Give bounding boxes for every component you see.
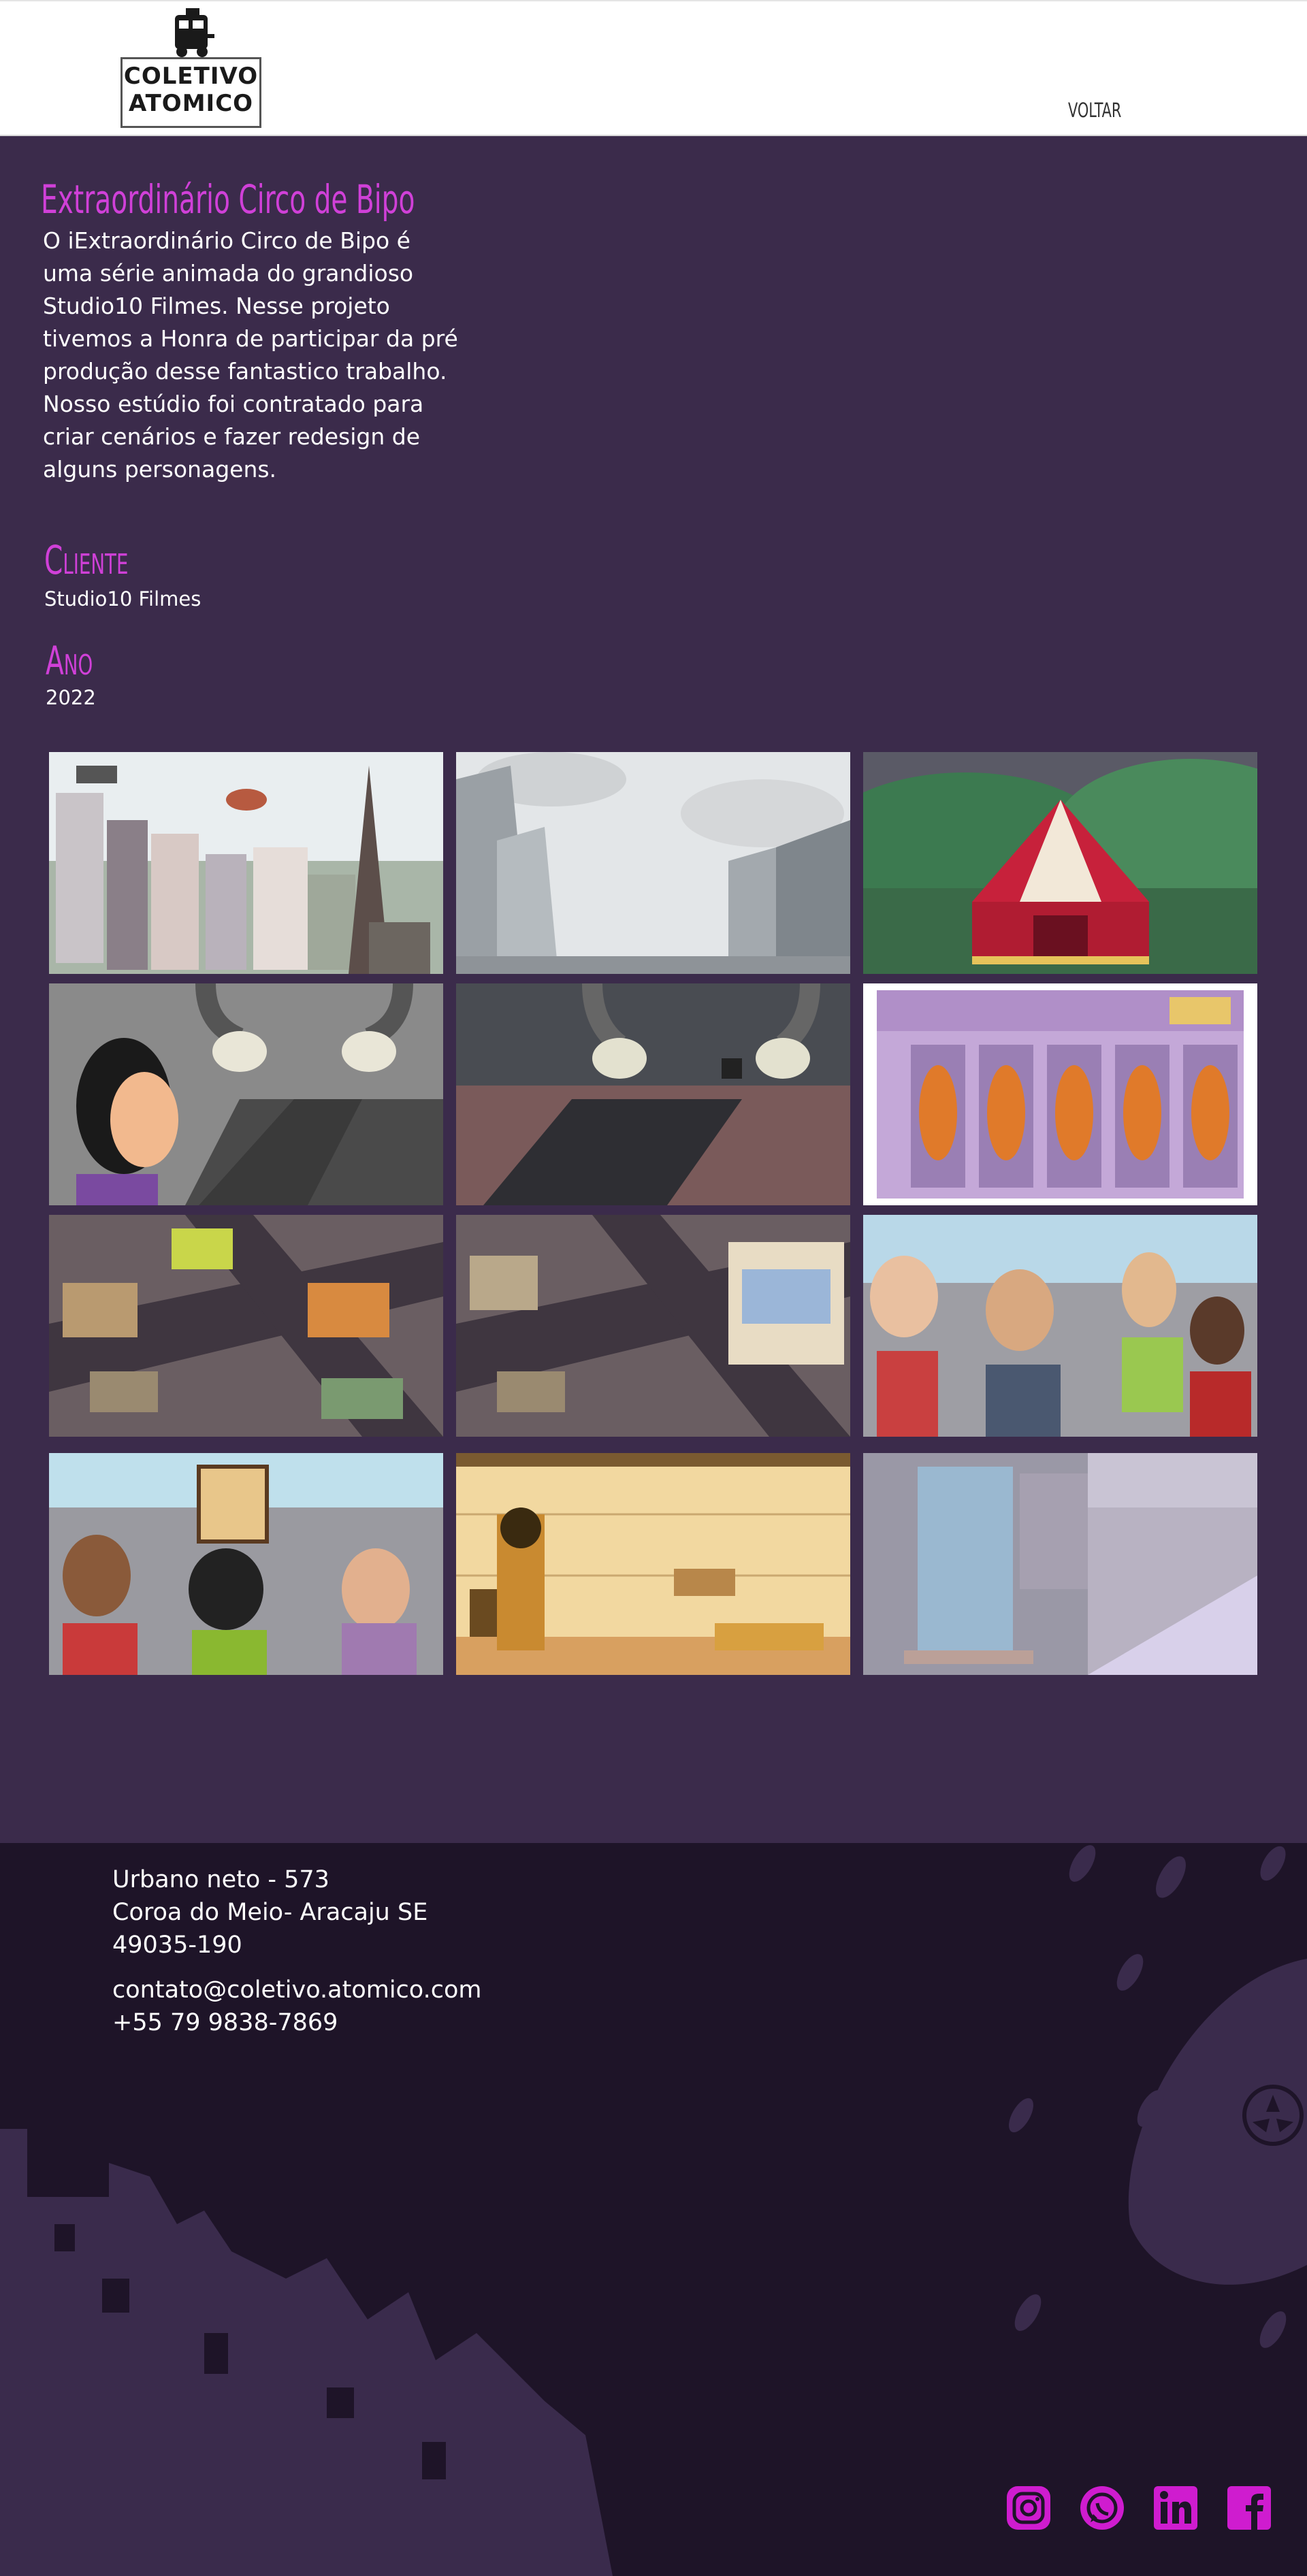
gallery-image-robot-arms-conveyor[interactable] — [456, 983, 850, 1205]
gallery-image-city-antenna[interactable] — [49, 752, 443, 974]
gallery-image-egyptian-tomb[interactable] — [456, 1453, 850, 1675]
project-title: Extraordinário Circo de Bipo — [41, 176, 415, 223]
gallery-image-protest-crowd[interactable] — [49, 1453, 443, 1675]
gallery-image-cheering-crowd[interactable] — [863, 1215, 1257, 1437]
year-value: 2022 — [46, 686, 96, 709]
site-header: COLETIVO ATOMICO VOLTAR — [0, 0, 1307, 136]
linkedin-icon[interactable] — [1152, 2484, 1199, 2532]
facebook-icon[interactable] — [1225, 2484, 1273, 2532]
gallery-image-circus-tent[interactable] — [863, 752, 1257, 974]
address-block: Urbano neto - 573 Coroa do Meio- Aracaju… — [112, 1863, 427, 1961]
gallery-image-building-entrance[interactable] — [863, 1453, 1257, 1675]
year-label: Ano — [46, 638, 93, 684]
image-gallery — [49, 752, 1261, 1678]
description-paragraph: Nosso estúdio foi contratado para criar … — [43, 391, 424, 483]
address-line: Coroa do Meio- Aracaju SE — [112, 1899, 428, 1926]
description-paragraph: O iExtraordinário Circo de Bipo é uma sé… — [43, 227, 458, 385]
social-links — [1005, 2484, 1273, 2532]
client-label: Cliente — [44, 537, 129, 583]
project-description: O iExtraordinário Circo de Bipo é uma sé… — [43, 225, 465, 486]
gallery-image-capsule-machine[interactable] — [863, 983, 1257, 1205]
gallery-image-character-robot-arms[interactable] — [49, 983, 443, 1205]
gallery-image-skyscrapers[interactable] — [456, 752, 850, 974]
client-value: Studio10 Filmes — [44, 587, 201, 610]
gallery-image-city-crossroads-buildings[interactable] — [456, 1215, 850, 1437]
instagram-icon[interactable] — [1005, 2484, 1052, 2532]
address-line: Urbano neto - 573 — [112, 1866, 329, 1893]
site-footer: Urbano neto - 573 Coroa do Meio- Aracaju… — [0, 1843, 1307, 2576]
gallery-image-city-crossroads[interactable] — [49, 1215, 443, 1437]
van-icon — [175, 8, 214, 57]
email-link[interactable]: contato@coletivo.atomico.com — [112, 1974, 481, 2006]
whatsapp-icon[interactable] — [1078, 2484, 1126, 2532]
coletivo-atomico-logo[interactable]: COLETIVO ATOMICO — [120, 7, 261, 128]
logo-text: COLETIVO ATOMICO — [123, 63, 259, 117]
phone-link[interactable]: +55 79 9838-7869 — [112, 2006, 481, 2039]
contact-block: contato@coletivo.atomico.com +55 79 9838… — [112, 1974, 481, 2039]
back-link[interactable]: VOLTAR — [1068, 99, 1121, 122]
address-line: 49035-190 — [112, 1931, 242, 1959]
